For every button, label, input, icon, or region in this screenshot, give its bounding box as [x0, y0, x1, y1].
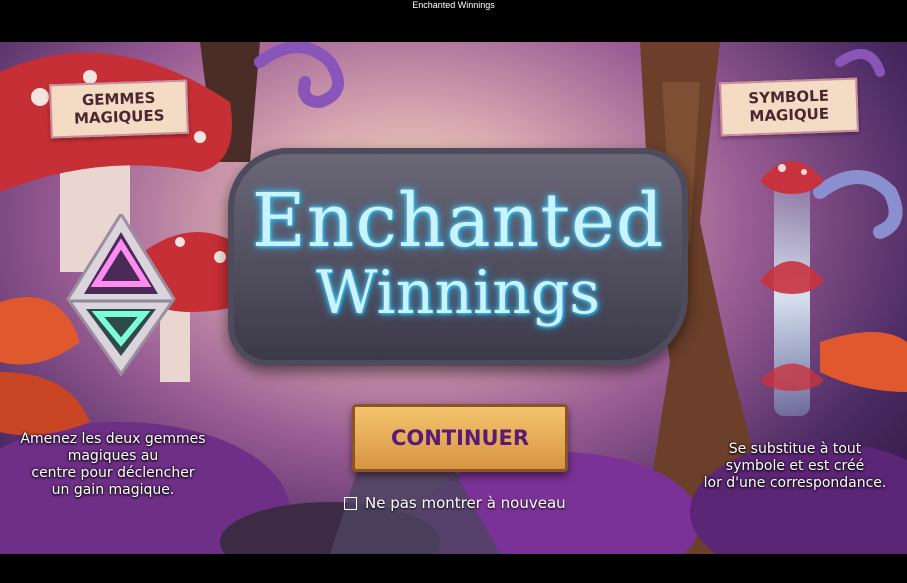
dont-show-again-label: Ne pas montrer à nouveau — [365, 494, 566, 512]
bottom-bar — [0, 554, 907, 583]
game-scene: GEMMES MAGIQUES Amenez les deux gemmes m… — [0, 42, 907, 554]
description-line: centre pour déclencher — [31, 465, 195, 481]
game-logo: Enchanted Winnings — [228, 148, 688, 366]
badge-line: MAGIQUES — [73, 106, 165, 128]
symbole-description: Se substitue à tout symbole et est créé … — [700, 441, 890, 492]
window-title: Enchanted Winnings — [0, 0, 907, 42]
badge-line: MAGIQUE — [749, 104, 830, 126]
dont-show-again-checkbox[interactable] — [344, 496, 357, 510]
logo-title-line-2: Winnings — [315, 258, 601, 328]
description-line: symbole et est créé — [725, 458, 865, 474]
magic-symbol-icon — [760, 161, 824, 416]
description-line: lor d'une correspondance. — [703, 475, 887, 491]
dont-show-again-option[interactable]: Ne pas montrer à nouveau — [344, 492, 566, 514]
continue-button[interactable]: CONTINUER — [352, 404, 568, 472]
magic-gem-icon — [66, 214, 176, 377]
gemmes-description: Amenez les deux gemmes magiques au centr… — [18, 431, 208, 499]
symbole-magique-badge: SYMBOLE MAGIQUE — [719, 77, 859, 137]
description-line: magiques au — [67, 448, 159, 464]
description-line: un gain magique. — [51, 482, 175, 498]
logo-title-line-1: Enchanted — [251, 178, 665, 264]
description-line: Se substitue à tout — [728, 441, 862, 457]
description-line: Amenez les deux gemmes — [20, 431, 206, 447]
gemmes-magiques-badge: GEMMES MAGIQUES — [49, 79, 189, 139]
